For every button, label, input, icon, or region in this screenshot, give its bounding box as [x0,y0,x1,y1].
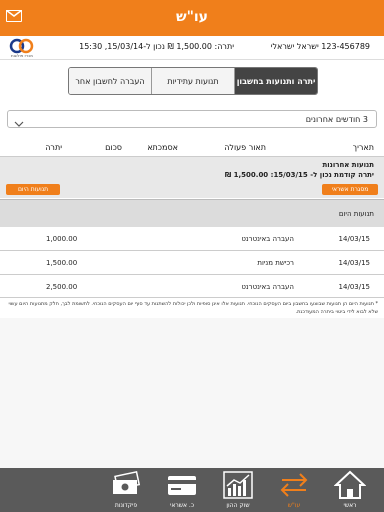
account-balance: יתרה: 1,500.00 ₪ נכון ל-15/03/14, 15:30 [79,42,234,51]
column-headers: תאריך תאור פעולה אסמכתא סכום יתרה [0,140,384,154]
bottom-nav: ראשי עו"ש שוק ההון כ. אשראי פיקדונות [0,468,384,512]
recent-movements-title: תנועות אחרונות [322,161,374,169]
tabs: יתרה ותנועות בחשבון תנועות עתידיות העברה… [68,67,318,95]
top-bar: עו"ש [0,0,384,36]
row-description: רכישת מניות [257,259,294,267]
row-description: העברה באינטרנט [241,235,294,243]
credit-card-icon [168,476,196,495]
nav-home-label: ראשי [343,502,357,509]
nav-capital-market-label: שוק ההון [226,502,250,509]
nav-home[interactable]: ראשי [322,468,378,512]
table-row[interactable]: 14/03/15 רכישת מניות 1,500.00 [0,251,384,275]
row-amount: 2,500.00 [46,283,78,291]
nav-credit-card-label: כ. אשראי [170,502,194,509]
col-reference: אסמכתא [147,143,178,152]
today-movements-title: תנועות היום [338,210,374,218]
nav-checking-label: עו"ש [287,502,301,509]
previous-balance: יתרה קודמת נכון ל- 15/03/15: 1,500.00 ₪ [224,171,374,179]
table-row[interactable]: 14/03/15 העברה באינטרנט 1,000.00 [0,227,384,251]
row-date: 14/03/15 [338,283,370,291]
recent-movements-section: תנועות אחרונות יתרה קודמת נכון ל- 15/03/… [0,156,384,198]
nav-deposits-label: פיקדונות [114,502,138,509]
banknotes-icon [113,470,141,494]
tab-balance-movements[interactable]: יתרה ותנועות בחשבון [234,68,317,94]
row-date: 14/03/15 [338,259,370,267]
account-bar: 123-456789 ישראל ישראלי יתרה: 1,500.00 ₪… [0,36,384,60]
credit-limit-button[interactable]: מסגרת אשראי [322,184,378,195]
logo-text: מכרז פולוגות [10,53,34,58]
today-movements-note: * תנועות היום הן תנועות שבוצעו בחשבון בי… [0,297,384,317]
nav-credit-card[interactable]: כ. אשראי [154,468,210,512]
col-balance: יתרה [45,143,62,152]
nav-deposits[interactable]: פיקדונות [98,468,154,512]
chevron-down-icon [14,114,24,133]
tab-future-movements[interactable]: תנועות עתידיות [151,68,234,94]
tab-transfer[interactable]: העברה לחשבון אחר [69,68,151,94]
row-amount: 1,500.00 [46,259,78,267]
home-icon [334,470,366,499]
table-row[interactable]: 14/03/15 העברה באינטרנט 2,500.00 [0,275,384,299]
today-movements-button[interactable]: תנועות היום [6,184,60,195]
transfer-arrows-icon [280,473,308,497]
row-amount: 1,000.00 [46,235,78,243]
row-description: העברה באינטרנט [241,283,294,291]
period-select-value: 3 חודשים אחרונים [305,115,368,124]
period-select[interactable]: 3 חודשים אחרונים [7,110,377,128]
col-description: תאור פעולה [224,143,266,152]
empty-area [0,318,384,468]
today-movements-header: תנועות היום [0,199,384,227]
col-date: תאריך [352,143,374,152]
page-title: עו"ש [175,9,209,25]
account-number[interactable]: 123-456789 ישראל ישראלי [271,42,370,51]
nav-checking[interactable]: עו"ש [266,468,322,512]
nav-capital-market[interactable]: שוק ההון [210,468,266,512]
chart-icon [223,471,253,499]
row-date: 14/03/15 [338,235,370,243]
col-amount: סכום [105,143,122,152]
